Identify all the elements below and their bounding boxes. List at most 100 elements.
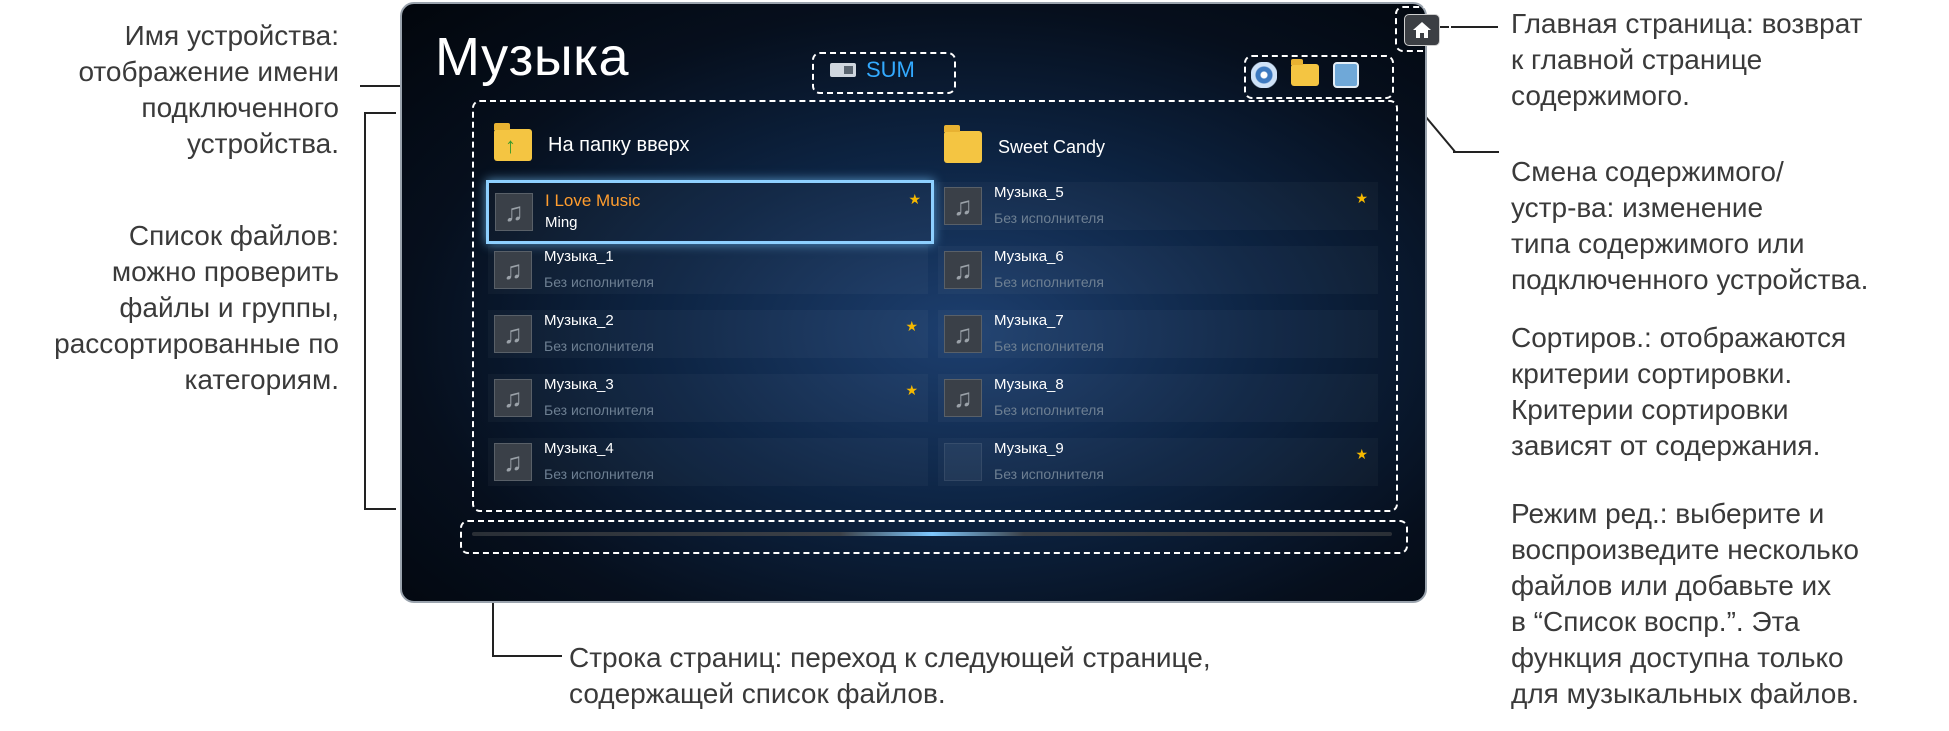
folder-sweet-candy[interactable]: Sweet Candy	[938, 122, 1378, 172]
music-note-icon: ♫	[944, 251, 982, 289]
favorite-star-icon: ★	[905, 382, 918, 398]
connector-content-change-c	[1453, 151, 1499, 153]
track-artist: Без исполнителя	[994, 274, 1104, 290]
track-artist: Без исполнителя	[544, 274, 654, 290]
annotation-line: подключенного устройства.	[1511, 264, 1869, 295]
annotation-device-name: Имя устройства: отображение имени подклю…	[0, 18, 339, 162]
annotation-line: Список файлов:	[128, 220, 339, 251]
sort-folder-icon[interactable]	[1291, 59, 1319, 86]
annotation-file-list: Список файлов: можно проверить файлы и г…	[0, 218, 339, 398]
annotation-line: категориям.	[184, 364, 339, 395]
annotation-page-bar: Строка страниц: переход к следующей стра…	[569, 640, 1329, 712]
empty-thumbnail	[944, 443, 982, 481]
track-title: Музыка_7	[994, 312, 1064, 329]
track-artist: Без исполнителя	[544, 338, 654, 354]
annotation-content-change: Смена содержимого/ устр-ва: изменение ти…	[1511, 154, 1941, 298]
track-artist: Без исполнителя	[994, 402, 1104, 418]
usb-device-icon	[830, 63, 856, 77]
track-artist: Ming	[545, 214, 578, 231]
folder-sweet-candy-label: Sweet Candy	[998, 136, 1106, 157]
track-title: Музыка_8	[994, 376, 1064, 393]
annotation-line: Строка страниц: переход к следующей стра…	[569, 642, 1211, 673]
folder-up-icon	[494, 123, 532, 161]
device-name[interactable]: SUM	[830, 52, 915, 88]
track-artist: Без исполнителя	[994, 210, 1104, 226]
track-title: Музыка_1	[544, 248, 614, 265]
music-note-icon: ♫	[494, 443, 532, 481]
home-icon	[1413, 22, 1431, 38]
page-bar-outline	[460, 520, 1408, 554]
list-item[interactable]: ♫ Музыка_2 Без исполнителя ★	[488, 310, 928, 358]
edit-mode-icon[interactable]	[1333, 62, 1359, 88]
list-item[interactable]: Музыка_9 Без исполнителя ★	[938, 438, 1378, 486]
annotation-line: к главной странице	[1511, 44, 1763, 75]
annotation-line: рассортированные по	[54, 328, 339, 359]
track-title: Музыка_5	[994, 184, 1064, 201]
connector-page-bar-h	[492, 655, 562, 657]
annotation-line: устр-ва: изменение	[1511, 192, 1764, 223]
home-button[interactable]	[1404, 14, 1440, 46]
list-item[interactable]: ♫ Музыка_8 Без исполнителя	[938, 374, 1378, 422]
annotation-line: отображение имени	[78, 56, 339, 87]
list-item[interactable]: ♫ Музыка_5 Без исполнителя ★	[938, 182, 1378, 230]
track-title: Музыка_9	[994, 440, 1064, 457]
annotation-edit-mode: Режим ред.: выберите и воспроизведите не…	[1511, 496, 1941, 712]
device-name-label: SUM	[866, 57, 915, 82]
annotation-line: содержимого.	[1511, 80, 1690, 111]
track-artist: Без исполнителя	[544, 466, 654, 482]
annotation-home: Главная страница: возврат к главной стра…	[1511, 6, 1941, 114]
folder-up-label: На папку вверх	[548, 133, 690, 156]
track-title: Музыка_3	[544, 376, 614, 393]
annotation-line: критерии сортировки.	[1511, 358, 1793, 389]
music-note-icon: ♫	[944, 315, 982, 353]
annotation-line: содержащей список файлов.	[569, 678, 946, 709]
track-title: Музыка_4	[544, 440, 614, 457]
annotation-line: функция доступна только	[1511, 642, 1844, 673]
annotation-line: Главная страница: возврат	[1511, 8, 1863, 39]
annotation-line: устройства.	[186, 128, 339, 159]
list-item[interactable]: ♫ Музыка_3 Без исполнителя ★	[488, 374, 928, 422]
annotation-line: Имя устройства:	[124, 20, 339, 51]
folder-up[interactable]: На папку вверх	[488, 120, 928, 170]
favorite-star-icon: ★	[905, 318, 918, 334]
folder-icon	[944, 125, 982, 163]
annotation-line: Критерии сортировки	[1511, 394, 1789, 425]
annotation-line: подключенного	[141, 92, 339, 123]
track-artist: Без исполнителя	[994, 466, 1104, 482]
annotation-line: в “Список воспр.”. Эта	[1511, 606, 1800, 637]
list-item[interactable]: ♫ Музыка_7 Без исполнителя	[938, 310, 1378, 358]
annotation-line: зависят от содержания.	[1511, 430, 1821, 461]
track-title: Музыка_6	[994, 248, 1064, 265]
favorite-star-icon: ★	[1355, 446, 1368, 462]
track-artist: Без исполнителя	[544, 402, 654, 418]
music-note-icon: ♫	[494, 251, 532, 289]
page-bar[interactable]	[472, 532, 1392, 536]
music-note-icon: ♫	[494, 315, 532, 353]
annotation-line: Режим ред.: выберите и	[1511, 498, 1825, 529]
annotation-line: типа содержимого или	[1511, 228, 1805, 259]
toolbar-icons	[1251, 59, 1359, 88]
list-item[interactable]: ♫ Музыка_6 Без исполнителя	[938, 246, 1378, 294]
list-item[interactable]: ♫ Музыка_4 Без исполнителя	[488, 438, 928, 486]
annotation-line: Сортиров.: отображаются	[1511, 322, 1847, 353]
favorite-star-icon: ★	[1355, 190, 1368, 206]
annotation-sort: Сортиров.: отображаются критерии сортиро…	[1511, 320, 1941, 464]
annotation-line: файлы и группы,	[119, 292, 339, 323]
favorite-star-icon: ★	[908, 191, 921, 207]
annotation-line: Смена содержимого/	[1511, 156, 1784, 187]
music-note-icon: ♫	[944, 379, 982, 417]
music-note-icon: ♫	[494, 379, 532, 417]
music-note-icon: ♫	[495, 193, 533, 231]
list-item[interactable]: ♫ Музыка_1 Без исполнителя	[488, 246, 928, 294]
content-change-icon[interactable]	[1251, 62, 1277, 88]
track-title: I Love Music	[545, 191, 641, 210]
page-title: Музыка	[435, 27, 630, 87]
music-note-icon: ♫	[944, 187, 982, 225]
bracket-file-list	[364, 112, 396, 510]
list-item[interactable]: ♫ I Love Music Ming ★	[486, 180, 934, 244]
annotation-line: можно проверить	[111, 256, 339, 287]
annotation-line: воспроизведите несколько	[1511, 534, 1859, 565]
annotation-line: для музыкальных файлов.	[1511, 678, 1860, 709]
track-artist: Без исполнителя	[994, 338, 1104, 354]
track-title: Музыка_2	[544, 312, 614, 329]
